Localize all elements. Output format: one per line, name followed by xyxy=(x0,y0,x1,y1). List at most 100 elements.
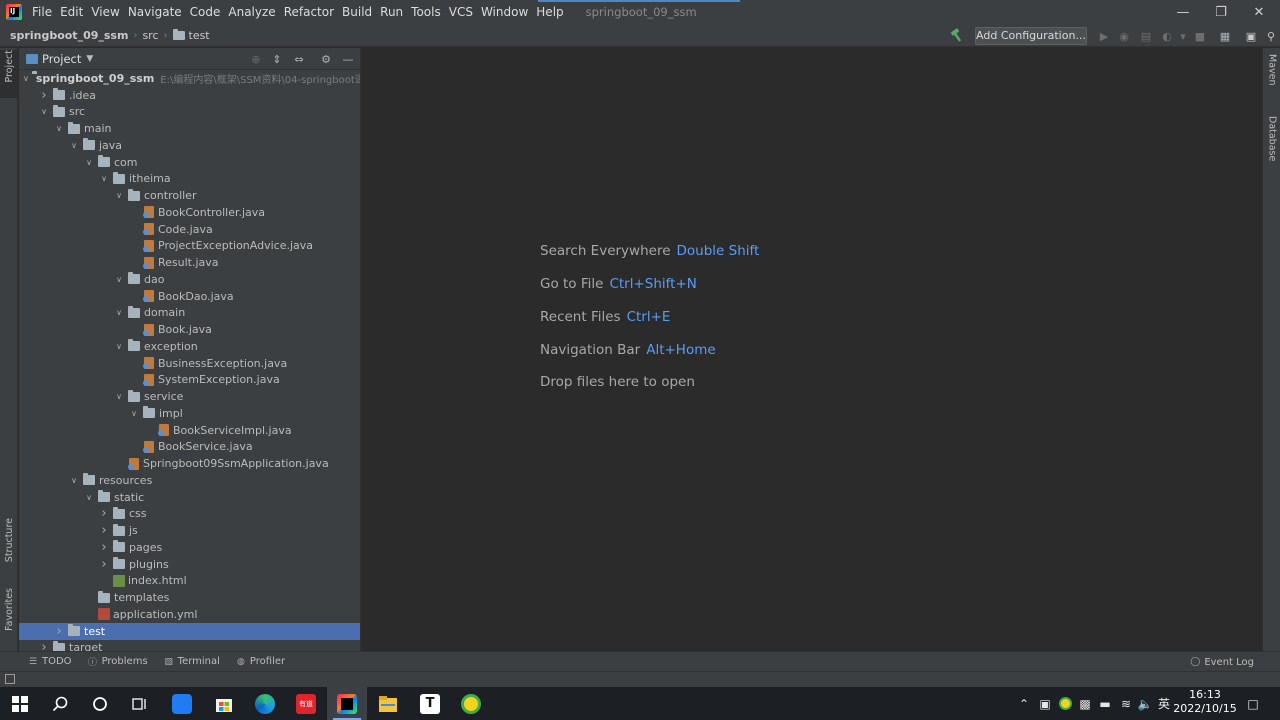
cortana-icon[interactable] xyxy=(80,687,120,720)
tray-wechat-icon[interactable]: ▩ xyxy=(1076,687,1094,720)
tree-folder-item[interactable]: ∨ java xyxy=(19,137,360,154)
menu-file[interactable]: File xyxy=(28,0,56,24)
tree-folder-item[interactable]: ∨ controller xyxy=(19,187,360,204)
volume-icon[interactable]: 🔈 xyxy=(1136,687,1154,720)
coverage-icon[interactable]: ▤ xyxy=(1139,29,1153,43)
chevron-down-icon[interactable]: ∨ xyxy=(83,156,95,168)
event-log-button[interactable]: ◯ Event Log xyxy=(1190,652,1254,672)
tray-app-icon[interactable]: ▣ xyxy=(1036,687,1054,720)
chevron-down-icon[interactable]: ∨ xyxy=(113,340,125,352)
terminal-tool-button[interactable]: ▧ Terminal xyxy=(164,656,220,667)
tray-qq-icon[interactable] xyxy=(1056,687,1074,720)
menu-analyze[interactable]: Analyze xyxy=(224,0,279,24)
tree-folder-item[interactable]: ∨ dao xyxy=(19,271,360,288)
menu-build[interactable]: Build xyxy=(338,0,376,24)
search-icon[interactable]: ⚲ xyxy=(1264,29,1278,43)
menu-window[interactable]: Window xyxy=(477,0,532,24)
typora-app-icon[interactable]: T xyxy=(410,687,450,720)
tree-folder-item[interactable]: ∨ domain xyxy=(19,305,360,322)
file-explorer-icon[interactable] xyxy=(368,687,408,720)
tree-folder-item[interactable]: ∨ src xyxy=(19,104,360,121)
intellij-app-icon[interactable] xyxy=(327,687,367,720)
tree-folder-item[interactable]: › target xyxy=(19,640,360,651)
chevron-right-icon[interactable]: › xyxy=(98,506,110,521)
restore-icon[interactable]: ❐ xyxy=(1202,0,1240,24)
chevron-down-icon[interactable]: ∨ xyxy=(68,139,80,151)
build-hammer-icon[interactable] xyxy=(950,28,964,42)
project-structure-icon[interactable]: ▦ xyxy=(1218,29,1232,43)
tree-file-item[interactable]: ProjectExceptionAdvice.java xyxy=(19,238,360,255)
chevron-down-icon[interactable]: ∨ xyxy=(83,491,95,503)
tree-folder-item[interactable]: ∨ static xyxy=(19,489,360,506)
tree-file-item[interactable]: index.html xyxy=(19,573,360,590)
gear-icon[interactable]: ⚙ xyxy=(319,52,333,66)
wifi-icon[interactable]: ≋ xyxy=(1117,687,1135,720)
locate-icon[interactable]: ⊕ xyxy=(249,52,263,66)
tree-folder-item[interactable]: ∨ springboot_09_ssm E:\编程内容\框架\SSM资料\04-sp… xyxy=(19,70,360,87)
project-panel-title[interactable]: Project xyxy=(42,52,81,66)
chevron-down-icon[interactable]: ∨ xyxy=(98,173,110,185)
chevron-down-icon[interactable]: ▼ xyxy=(86,54,93,64)
run-icon[interactable]: ▶ xyxy=(1097,29,1111,43)
tree-file-item[interactable]: BookController.java xyxy=(19,204,360,221)
chevron-right-icon[interactable]: › xyxy=(98,557,110,572)
menu-help[interactable]: Help xyxy=(532,0,567,24)
tree-folder-item[interactable]: ∨ com xyxy=(19,154,360,171)
database-tool-button[interactable]: Database xyxy=(1263,116,1280,174)
collapse-all-icon[interactable]: ⇔ xyxy=(292,52,306,66)
tree-file-item[interactable]: BookDao.java xyxy=(19,288,360,305)
tree-folder-item[interactable]: › js xyxy=(19,522,360,539)
menu-vcs[interactable]: VCS xyxy=(445,0,477,24)
chevron-up-icon[interactable]: ⌃ xyxy=(1017,687,1031,720)
task-view-icon[interactable] xyxy=(120,687,160,720)
breadcrumb-src[interactable]: src xyxy=(142,29,158,42)
stop-icon[interactable]: ■ xyxy=(1193,29,1207,43)
menu-tools[interactable]: Tools xyxy=(407,0,445,24)
tree-file-item[interactable]: application.yml xyxy=(19,606,360,623)
close-icon[interactable]: ✕ xyxy=(1240,0,1278,24)
tree-file-item[interactable]: Springboot09SsmApplication.java xyxy=(19,455,360,472)
project-tool-button[interactable]: Project xyxy=(0,50,18,98)
edge-browser-icon[interactable] xyxy=(245,687,285,720)
chevron-right-icon[interactable]: › xyxy=(38,640,50,651)
notification-icon[interactable]: □ xyxy=(1242,687,1264,720)
chevron-down-icon[interactable]: ∨ xyxy=(68,474,80,486)
tree-folder-item[interactable]: › pages xyxy=(19,539,360,556)
tree-file-item[interactable]: BusinessException.java xyxy=(19,355,360,372)
add-configuration-button[interactable]: Add Configuration... xyxy=(975,27,1087,45)
chevron-down-icon[interactable]: ∨ xyxy=(113,273,125,285)
hide-icon[interactable]: — xyxy=(341,52,355,66)
tree-file-item[interactable]: Book.java xyxy=(19,321,360,338)
chevron-down-icon[interactable]: ∨ xyxy=(38,106,50,118)
ime-indicator[interactable]: 英 xyxy=(1155,687,1173,720)
tree-folder-item[interactable]: ∨ main xyxy=(19,120,360,137)
tree-file-item[interactable]: Code.java xyxy=(19,221,360,238)
problems-tool-button[interactable]: ⓘ Problems xyxy=(88,656,148,668)
chevron-right-icon[interactable]: › xyxy=(98,523,110,538)
tree-folder-item[interactable]: ∨ itheima xyxy=(19,171,360,188)
structure-tool-button[interactable]: Structure xyxy=(0,518,18,576)
expand-all-icon[interactable]: ⇕ xyxy=(270,52,284,66)
menu-code[interactable]: Code xyxy=(186,0,225,24)
menu-edit[interactable]: Edit xyxy=(56,0,87,24)
chevron-down-icon[interactable]: ∨ xyxy=(113,391,125,403)
tree-folder-item[interactable]: › test xyxy=(19,622,360,640)
menu-view[interactable]: View xyxy=(87,0,123,24)
chevron-down-icon[interactable]: ∨ xyxy=(23,72,29,84)
tree-folder-item[interactable]: ∨ resources xyxy=(19,472,360,489)
presentation-icon[interactable]: ▣ xyxy=(1244,29,1258,43)
chevron-down-icon[interactable]: ∨ xyxy=(128,407,140,419)
status-window-icon[interactable] xyxy=(5,674,15,684)
menu-refactor[interactable]: Refactor xyxy=(280,0,338,24)
minimize-icon[interactable]: — xyxy=(1164,0,1202,24)
chevron-down-icon[interactable]: ▾ xyxy=(1176,29,1190,43)
taskbar-clock[interactable]: 16:13 2022/10/15 xyxy=(1172,688,1238,716)
feishu-app-icon[interactable] xyxy=(162,687,202,720)
chevron-down-icon[interactable]: ∨ xyxy=(53,123,65,135)
tree-folder-item[interactable]: › .idea xyxy=(19,87,360,104)
debug-icon[interactable]: ◉ xyxy=(1117,29,1131,43)
chevron-right-icon[interactable]: › xyxy=(38,88,50,103)
store-app-icon[interactable] xyxy=(204,687,244,720)
tree-folder-item[interactable]: › plugins xyxy=(19,556,360,573)
tree-folder-item[interactable]: › css xyxy=(19,506,360,523)
